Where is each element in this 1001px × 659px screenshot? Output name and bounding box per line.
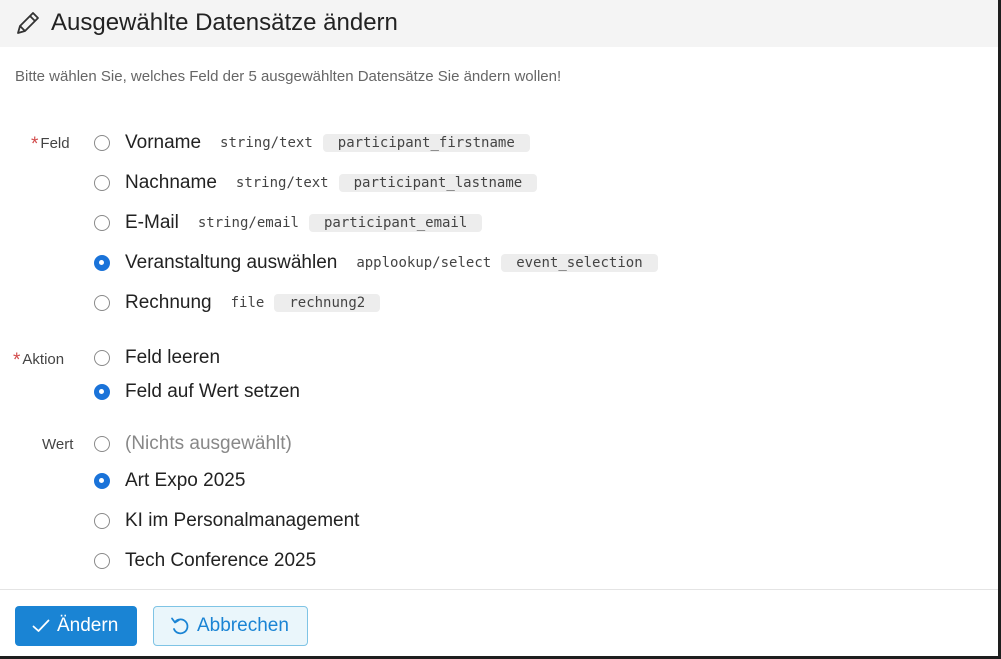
field-option-nachname[interactable]: Nachname string/text participant_lastnam… xyxy=(94,171,538,195)
field-code: participant_email xyxy=(309,214,483,232)
submit-button[interactable]: Ändern xyxy=(15,606,137,646)
required-mark: * xyxy=(13,350,21,371)
field-type: string/email xyxy=(197,215,299,231)
option-label: KI im Personalmanagement xyxy=(125,510,360,531)
option-label: Rechnung xyxy=(125,292,212,313)
undo-icon xyxy=(171,617,189,635)
field-option-rechnung[interactable]: Rechnung file rechnung2 xyxy=(94,291,381,315)
option-label: Vorname xyxy=(125,132,202,153)
radio-button-checked[interactable] xyxy=(94,255,110,271)
required-mark: * xyxy=(31,134,39,155)
field-code: participant_firstname xyxy=(322,134,530,152)
field-option-email[interactable]: E-Mail string/email participant_email xyxy=(94,211,483,235)
field-code: rechnung2 xyxy=(274,294,381,312)
dialog-title: Ausgewählte Datensätze ändern xyxy=(51,9,398,36)
radio-button[interactable] xyxy=(94,135,110,151)
option-label: Nachname xyxy=(125,172,217,193)
radio-button[interactable] xyxy=(94,513,110,529)
field-type: string/text xyxy=(220,135,313,151)
radio-button[interactable] xyxy=(94,175,110,191)
radio-button[interactable] xyxy=(94,295,110,311)
intro-text: Bitte wählen Sie, welches Feld der 5 aus… xyxy=(15,68,562,85)
edit-records-dialog: Ausgewählte Datensätze ändern Bitte wähl… xyxy=(0,0,998,656)
action-group-label-text: Aktion xyxy=(22,351,65,368)
radio-button[interactable] xyxy=(94,350,110,366)
option-label: (Nichts ausgewählt) xyxy=(125,433,292,454)
radio-button-checked[interactable] xyxy=(94,473,110,489)
radio-button[interactable] xyxy=(94,215,110,231)
option-label: Feld auf Wert setzen xyxy=(125,381,300,402)
option-label: Veranstaltung auswählen xyxy=(125,252,338,273)
value-option-art-expo[interactable]: Art Expo 2025 xyxy=(94,469,245,493)
field-group-label: * Feld xyxy=(31,133,70,155)
field-option-vorname[interactable]: Vorname string/text participant_firstnam… xyxy=(94,131,530,155)
check-icon xyxy=(32,619,50,632)
radio-button-checked[interactable] xyxy=(94,384,110,400)
action-option-clear[interactable]: Feld leeren xyxy=(94,346,220,370)
action-group-label: * Aktion xyxy=(13,349,65,371)
radio-button[interactable] xyxy=(94,436,110,452)
field-option-veranstaltung[interactable]: Veranstaltung auswählen applookup/select… xyxy=(94,251,658,275)
option-label: Tech Conference 2025 xyxy=(125,550,317,571)
value-option-tech-conference[interactable]: Tech Conference 2025 xyxy=(94,549,316,573)
value-option-ki[interactable]: KI im Personalmanagement xyxy=(94,509,359,533)
field-type: file xyxy=(230,295,265,311)
submit-button-label: Ändern xyxy=(57,615,119,636)
dialog-header: Ausgewählte Datensätze ändern xyxy=(0,0,998,47)
dialog-footer: Ändern Abbrechen xyxy=(0,589,998,656)
field-group-label-text: Feld xyxy=(40,135,70,152)
pencil-icon xyxy=(17,12,39,34)
value-option-none[interactable]: (Nichts ausgewählt) xyxy=(94,432,292,456)
option-label: Feld leeren xyxy=(125,347,221,368)
option-label: Art Expo 2025 xyxy=(125,470,246,491)
field-code: event_selection xyxy=(501,254,658,272)
action-option-set-value[interactable]: Feld auf Wert setzen xyxy=(94,380,300,404)
field-type: applookup/select xyxy=(356,255,492,271)
cancel-button[interactable]: Abbrechen xyxy=(153,606,308,646)
field-code: participant_lastname xyxy=(338,174,538,192)
radio-button[interactable] xyxy=(94,553,110,569)
field-type: string/text xyxy=(235,175,329,191)
option-label: E-Mail xyxy=(125,212,179,233)
cancel-button-label: Abbrechen xyxy=(197,615,289,636)
value-group-label: Wert xyxy=(42,436,74,453)
